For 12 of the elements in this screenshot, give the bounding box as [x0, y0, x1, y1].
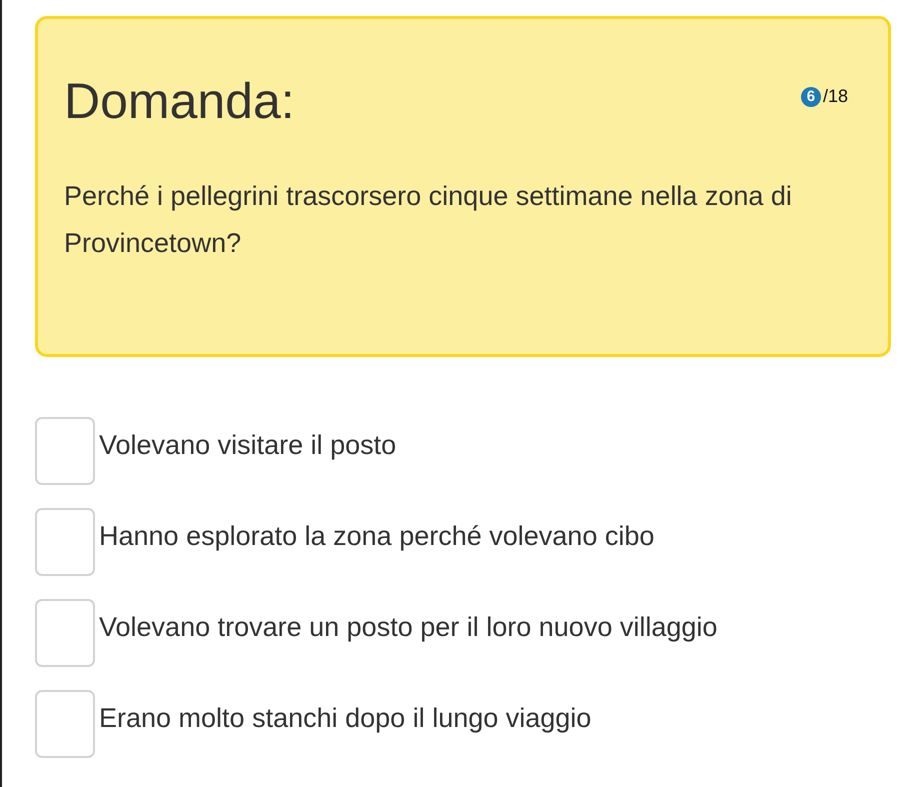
current-question-badge: 6	[800, 86, 821, 106]
answer-label[interactable]: Volevano trovare un posto per il loro nuovo villaggio	[99, 611, 718, 644]
question-text: Perché i pellegrini trascorsero cinque settimane nella zona di Provincetown?	[64, 180, 793, 260]
answer-label[interactable]: Hanno esplorato la zona perché volevano cibo	[99, 520, 654, 552]
answer-checkbox[interactable]	[35, 690, 95, 758]
answer-checkbox[interactable]	[35, 599, 95, 667]
question-heading: Domanda:	[64, 72, 295, 131]
answer-checkbox[interactable]	[35, 508, 95, 576]
answer-checkbox[interactable]	[35, 417, 95, 485]
answer-label[interactable]: Volevano visitare il posto	[99, 429, 396, 462]
question-total: /18	[822, 86, 848, 107]
answer-label[interactable]: Erano molto stanchi dopo il lungo viaggio	[99, 702, 592, 734]
